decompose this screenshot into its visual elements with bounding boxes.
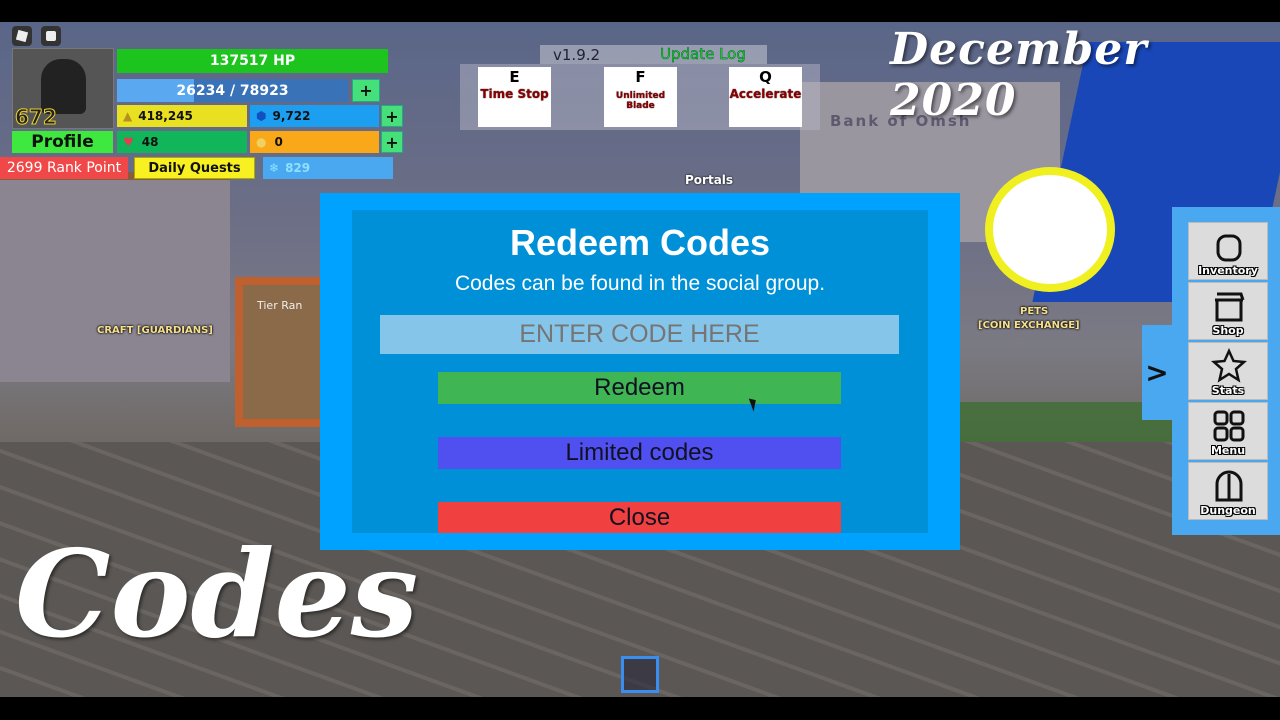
building [0,172,230,382]
snow-counter: ❄ 829 [263,157,393,179]
ability-key: F [635,68,646,86]
inventory-label: Inventory [1198,264,1258,277]
roblox-menu-icon[interactable] [12,26,32,46]
dialog-body: Redeem Codes Codes can be found in the s… [352,210,928,533]
pets-sub-label: [COIN EXCHANGE] [978,320,1080,331]
backpack-icon [1216,234,1242,262]
mana-plus-button[interactable]: + [352,79,380,102]
profile-label: Profile [31,132,94,152]
limited-codes-button[interactable]: Limited codes [438,437,841,469]
profile-button[interactable]: Profile [12,131,113,153]
shop-label: Shop [1212,324,1244,337]
close-label: Close [608,504,671,531]
redeem-label: Redeem [594,374,685,401]
gems-plus-button[interactable]: + [381,105,403,127]
mana-bar: 26234 / 78923 [117,79,348,102]
ability-accelerate[interactable]: Q Accelerate [729,67,802,127]
heart-icon: ♥ [123,135,134,149]
coins-plus-button[interactable]: + [381,131,403,153]
tier-sign-text: Tier Ran [257,299,303,312]
daily-quests-button[interactable]: Daily Quests [134,157,255,179]
shop-button[interactable]: Shop [1188,282,1268,340]
menu-label: Menu [1210,444,1246,457]
ability-key: Q [759,68,772,86]
codes-title: Codes [15,524,419,665]
dungeon-label: Dungeon [1200,504,1256,517]
pets-label: PETS [1020,306,1049,317]
craft-label: CRAFT [GUARDIANS] [97,325,213,336]
chevron-right-icon: > [1145,356,1169,389]
menu-button[interactable]: Menu [1188,402,1268,460]
hearts-text: 48 [141,135,159,149]
hp-bar: 137517 HP [117,49,388,73]
ability-name: Accelerate [729,87,802,101]
hotbar-slot[interactable] [621,656,659,693]
dialog-subtitle: Codes can be found in the social group. [454,272,826,295]
portals-label: Portals [685,173,734,187]
chat-icon[interactable] [41,26,61,46]
coin-icon: ● [256,135,267,149]
gold-counter: ▲ 418,245 [117,105,247,127]
ability-time-stop[interactable]: E Time Stop [478,67,551,127]
month-title: December 2020 [890,24,1148,126]
rank-point-text: 2699 Rank Point [6,160,122,176]
close-button[interactable]: Close [438,502,841,533]
shop-icon [1215,292,1245,322]
inventory-button[interactable]: Inventory [1188,222,1268,280]
gold-text: 418,245 [138,109,193,123]
gold-icon: ▲ [123,109,133,123]
gem-icon: ⬢ [256,109,267,123]
version-label: v1.9.2 [553,46,601,64]
pets-orb [985,167,1115,292]
coins-counter: ● 0 [250,131,379,153]
avatar[interactable]: 672 [12,48,114,130]
ability-name: Unlimited Blade [615,91,666,111]
gems-counter: ⬢ 9,722 [250,105,379,127]
snow-text: 829 [285,161,311,175]
limited-codes-label: Limited codes [565,439,714,466]
ability-name: Time Stop [480,87,549,101]
gems-text: 9,722 [272,109,311,123]
redeem-codes-dialog: Redeem Codes Codes can be found in the s… [320,193,960,550]
hp-text: 137517 HP [209,53,296,69]
stats-button[interactable]: Stats [1188,342,1268,400]
update-log-label: Update Log [660,45,746,64]
mana-text: 26234 / 78923 [176,82,289,99]
star-icon [1211,348,1247,383]
door-icon [1215,470,1243,502]
side-menu: Inventory Shop Stats Menu Dungeon [1172,207,1280,535]
daily-quests-label: Daily Quests [148,160,241,176]
ability-unlimited-blade[interactable]: F Unlimited Blade [604,67,677,127]
coins-text: 0 [274,135,283,149]
level-text: 672 [15,105,58,130]
rank-point-badge: 2699 Rank Point [0,157,128,179]
dungeon-button[interactable]: Dungeon [1188,462,1268,520]
grid-icon [1213,410,1245,442]
ability-key: E [509,68,520,86]
dialog-title: Redeem Codes [509,222,771,263]
stats-label: Stats [1211,384,1245,397]
snowflake-icon: ❄ [269,161,280,175]
redeem-button[interactable]: Redeem [438,372,841,404]
hearts-counter: ♥ 48 [117,131,247,153]
code-input[interactable] [380,315,899,354]
side-menu-toggle[interactable]: > [1142,325,1172,420]
